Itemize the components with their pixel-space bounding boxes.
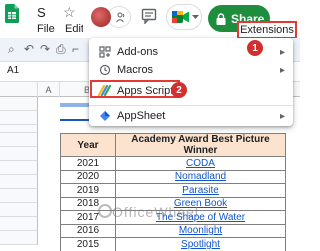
year-cell[interactable]: 2015 <box>60 237 116 251</box>
table-row: 2016 Moonlight <box>60 223 286 238</box>
extensions-dropdown-menu: Add-ons ▸ Macros ▸ Apps Script AppSheet … <box>89 38 293 126</box>
table-row: 2015 Spotlight <box>60 237 286 251</box>
film-link[interactable]: CODA <box>115 156 286 171</box>
people-icon <box>116 12 125 23</box>
step-badge-1: 1 <box>247 40 263 56</box>
film-link[interactable]: Nomadland <box>115 169 286 184</box>
search-menus-icon[interactable]: ⌕ <box>8 42 15 57</box>
column-header-a[interactable]: A <box>38 82 60 97</box>
row-header[interactable] <box>0 97 38 111</box>
table-row: 2021 CODA <box>60 156 286 171</box>
row-header[interactable] <box>0 111 38 125</box>
menu-file[interactable]: File <box>37 23 55 35</box>
menu-item-macros[interactable]: Macros ▸ <box>89 60 293 80</box>
step-badge-2: 2 <box>171 82 187 98</box>
undo-icon[interactable]: ↶ <box>24 42 34 56</box>
row-header[interactable] <box>0 217 38 231</box>
top-bar: S ☆ File Edit Share Extensions <box>0 0 300 39</box>
year-cell[interactable]: 2020 <box>60 169 116 184</box>
table-row: 2019 Parasite <box>60 183 286 198</box>
chevron-right-icon: ▸ <box>279 110 285 122</box>
data-table: Year Academy Award Best Picture Winner 2… <box>60 133 286 251</box>
year-cell[interactable]: 2021 <box>60 156 116 171</box>
apps-script-highlight <box>90 80 180 98</box>
meet-button[interactable] <box>166 4 202 30</box>
star-icon[interactable]: ☆ <box>63 4 76 21</box>
extensions-label: Extensions <box>240 24 294 36</box>
film-link[interactable]: Spotlight <box>115 237 286 251</box>
paint-format-icon[interactable]: ⌐ <box>72 42 79 56</box>
menu-item-label: AppSheet <box>117 110 166 122</box>
film-link[interactable]: Parasite <box>115 183 286 198</box>
row-header[interactable] <box>0 161 38 175</box>
year-cell[interactable]: 2019 <box>60 183 116 198</box>
row-header[interactable] <box>0 189 38 203</box>
lock-icon <box>216 12 226 25</box>
watermark-logo-icon <box>98 204 112 218</box>
macros-icon <box>98 63 112 77</box>
menu-edit[interactable]: Edit <box>65 23 83 35</box>
film-link[interactable]: Moonlight <box>115 223 286 238</box>
document-title[interactable]: S <box>37 5 46 20</box>
row-header[interactable] <box>0 125 38 133</box>
chevron-down-icon <box>192 15 199 19</box>
year-cell[interactable]: 2016 <box>60 223 116 238</box>
row-header[interactable] <box>0 133 38 147</box>
watermark: OfficeWheel <box>112 204 199 220</box>
meet-icon <box>172 11 189 23</box>
redo-icon[interactable]: ↷ <box>40 42 50 56</box>
appsheet-icon <box>98 109 112 123</box>
menu-item-label: Macros <box>117 64 154 76</box>
print-icon[interactable]: ⎙ <box>56 42 66 57</box>
menu-extensions[interactable]: Extensions <box>237 21 297 39</box>
row-header[interactable] <box>0 147 38 161</box>
row-header[interactable] <box>0 231 38 245</box>
avatar[interactable] <box>91 7 111 27</box>
menu-item-appsheet[interactable]: AppSheet ▸ <box>89 106 293 126</box>
chevron-right-icon: ▸ <box>279 46 285 58</box>
table-row: 2020 Nomadland <box>60 169 286 184</box>
row-header[interactable] <box>0 203 38 217</box>
add-ons-icon <box>98 45 112 59</box>
table-header-winner[interactable]: Academy Award Best Picture Winner <box>115 133 286 157</box>
comment-icon[interactable] <box>141 8 157 24</box>
chevron-right-icon: ▸ <box>279 64 285 76</box>
name-box[interactable]: A1 <box>7 65 67 80</box>
menu-item-label: Add-ons <box>117 46 158 58</box>
table-header-year[interactable]: Year <box>60 133 116 157</box>
row-header[interactable] <box>0 175 38 189</box>
select-all-corner[interactable] <box>0 82 38 97</box>
google-sheets-logo-icon[interactable] <box>5 4 19 23</box>
